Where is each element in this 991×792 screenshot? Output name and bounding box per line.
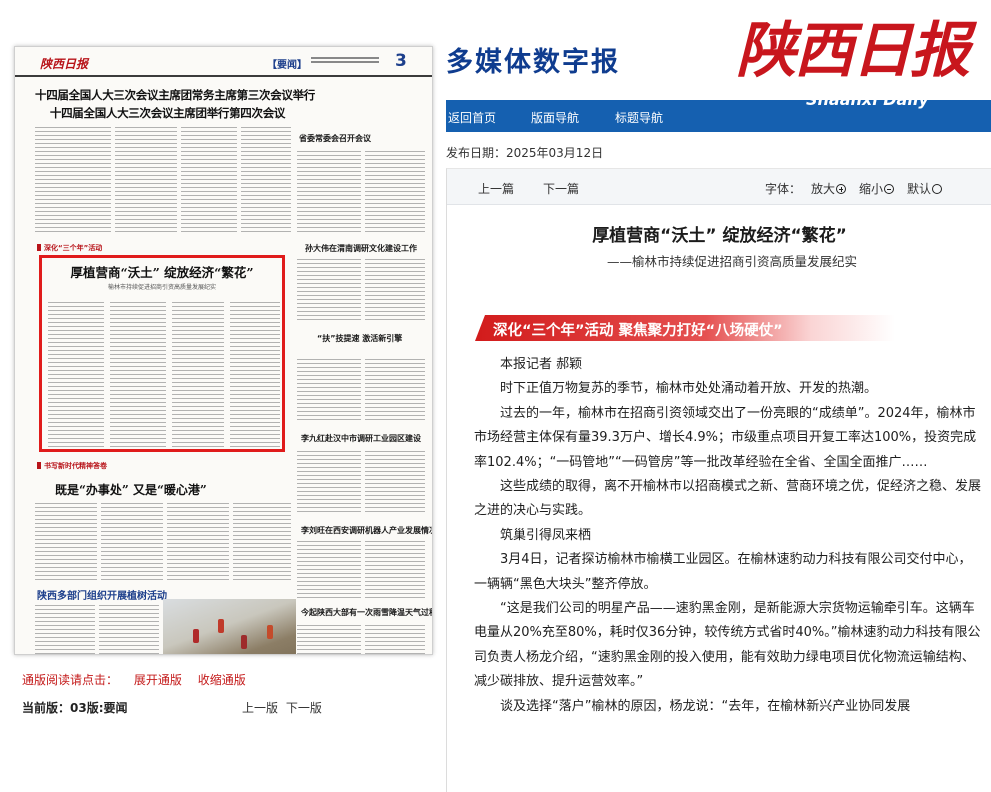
article-panel: 上一篇 下一篇 字体： 放大 缩小 默认 厚植营商“沃土” 绽放经济“繁花” —…: [446, 168, 991, 792]
thumbnail-text-block: [101, 503, 163, 581]
font-smaller-label: 缩小: [859, 182, 884, 196]
thumbnail-text-block: [365, 359, 425, 421]
font-smaller-button[interactable]: 缩小: [859, 180, 895, 197]
top-navigation-bar: 返回首页 版面导航 标题导航 Shaanxi Daily: [446, 90, 991, 132]
thumbnail-text-block: [365, 451, 425, 515]
thumbnail-text-block: [172, 302, 224, 448]
nav-title-nav-link[interactable]: 标题导航: [615, 109, 663, 126]
thumbnail-right-headline[interactable]: 李九红赴汉中市调研工业园区建设: [301, 433, 421, 444]
article-body: 本报记者 郝颖 时下正值万物复苏的季节，榆林市处处涌动着开放、开发的热潮。 过去…: [474, 353, 982, 719]
zoom-in-icon: [836, 184, 847, 194]
article-toolbar: 上一篇 下一篇 字体： 放大 缩小 默认: [447, 169, 991, 205]
article-subtitle: ——榆林市持续促进招商引资高质量发展纪实: [607, 254, 858, 269]
prev-article-link[interactable]: 上一篇: [478, 180, 514, 197]
thumbnail-text-block: [110, 302, 166, 448]
article-byline: 本报记者 郝颖: [500, 357, 583, 372]
font-size-label: 字体：: [765, 182, 802, 196]
nav-page-nav-link[interactable]: 版面导航: [531, 109, 579, 126]
next-page-link[interactable]: 下一版: [286, 701, 322, 715]
thumbnail-right-headline[interactable]: 今起陕西大部有一次雨雪降温天气过程: [301, 607, 432, 618]
site-banner: 多媒体数字报 陕西日报: [446, 0, 991, 100]
thumbnail-text-block: [365, 151, 425, 233]
current-page-label: 当前版：03版:要闻: [22, 701, 128, 715]
thumbnail-text-block: [115, 127, 177, 235]
thumbnail-text-block: [365, 625, 425, 654]
thumbnail-text-block: [181, 127, 237, 235]
collapse-page-link[interactable]: 收缩通版: [198, 673, 246, 687]
thumbnail-text-block: [297, 451, 361, 515]
font-bigger-button[interactable]: 放大: [811, 180, 847, 197]
thumbnail-text-block: [35, 503, 97, 581]
thumbnail-box-subtitle: 榆林市持续促进招商引资高质量发展纪实: [107, 284, 216, 291]
article-paragraph: 时下正值万物复苏的季节，榆林市处处涌动着开放、开发的热潮。: [500, 381, 878, 397]
article-paragraph: 谈及选择“落户”榆林的原因，杨龙说：“去年，在榆林新兴产业协同发展: [500, 698, 911, 714]
article-column: 多媒体数字报 陕西日报 返回首页 版面导航 标题导航 Shaanxi Daily…: [446, 0, 991, 792]
thumbnail-article3-headline[interactable]: 陕西多部门组织开展植树活动: [37, 587, 167, 602]
section-heading: 深化“三个年”活动 聚焦聚力打好“八场硬仗”: [493, 323, 783, 339]
thumbnail-tree-planting-photo: [163, 599, 296, 654]
section-heading-banner: 深化“三个年”活动 聚焦聚力打好“八场硬仗”: [475, 315, 895, 341]
thumbnail-box-title: 厚植营商“沃土” 绽放经济“繁花”: [70, 265, 254, 280]
publish-date: 发布日期：2025年03月12日: [446, 146, 604, 160]
article-paragraph: 过去的一年，榆林市在招商引资领域交出了一份亮眼的“成绩单”。2024年，榆林市市…: [474, 405, 977, 470]
page-thumbnail-column: 陕西日报 【要闻】 3 十四届全国人大三次会议主席团常务主席第三次会议举行 十四…: [0, 0, 446, 792]
thumbnail-text-block: [35, 127, 111, 235]
article-subheading: 筑巢引得凤来栖: [500, 527, 592, 543]
thumbnail-logo: 陕西日报: [40, 57, 89, 71]
thumbnail-text-block: [297, 359, 361, 421]
article-paragraph: “这是我们公司的明星产品——速豹黑金刚，是新能源大宗货物运输牵引车。这辆车电量从…: [474, 601, 981, 690]
thumbnail-text-block: [233, 503, 291, 581]
article-title: 厚植营商“沃土” 绽放经济“繁花”: [592, 226, 847, 246]
thumbnail-headline-2[interactable]: 十四届全国人大三次会议主席团举行第四次会议: [35, 105, 300, 121]
font-bigger-label: 放大: [811, 182, 836, 196]
thumbnail-text-block: [35, 605, 95, 654]
thumbnail-text-block: [230, 302, 280, 448]
thumbnail-red-label: 深化“三个年”活动: [37, 243, 102, 253]
article-paragraph: 这些成绩的取得，离不开榆林市以招商模式之新、营商环境之优，促经济之稳、发展之进的…: [474, 479, 982, 519]
next-article-link[interactable]: 下一篇: [543, 180, 579, 197]
thumbnail-page-number: 3: [395, 51, 407, 71]
thumbnail-text-block: [241, 127, 291, 235]
default-circle-icon: [932, 184, 943, 194]
thumbnail-text-block: [297, 259, 361, 323]
thumbnail-text-block: [297, 625, 361, 654]
thumbnail-right-headline[interactable]: 省委常委会召开会议: [299, 133, 371, 144]
font-default-button[interactable]: 默认: [907, 180, 943, 197]
thumbnail-right-headline[interactable]: “扶”技提速 激活新引擎: [317, 333, 402, 344]
zoom-out-icon: [884, 184, 895, 194]
banner-english-name: Shaanxi Daily: [806, 90, 929, 109]
thumbnail-date-lines: [311, 57, 379, 64]
thumbnail-red-label: 书写新时代精神答卷: [37, 461, 107, 471]
page-pager: 上一版 下一版: [242, 699, 326, 716]
thumbnail-right-headline[interactable]: 李刘旺在西安调研机器人产业发展情况: [301, 525, 432, 536]
shaanxi-daily-logo: 陕西日报: [736, 16, 970, 86]
thumbnail-text-block: [48, 302, 104, 448]
thumbnail-selected-article-box[interactable]: 厚植营商“沃土” 绽放经济“繁花” 榆林市持续促进招商引资高质量发展纪实: [39, 255, 285, 452]
thumbnail-text-block: [297, 541, 361, 599]
thumbnail-text-block: [99, 605, 159, 654]
font-default-label: 默认: [907, 182, 932, 196]
expand-page-link[interactable]: 展开通版: [134, 673, 182, 687]
newspaper-page-thumbnail[interactable]: 陕西日报 【要闻】 3 十四届全国人大三次会议主席团常务主席第三次会议举行 十四…: [14, 46, 433, 655]
thumbnail-section: 【要闻】: [267, 60, 307, 71]
thumbnail-text-block: [365, 541, 425, 599]
thumbnail-headline-1[interactable]: 十四届全国人大三次会议主席团常务主席第三次会议举行: [35, 87, 315, 103]
thumbnail-right-headline[interactable]: 孙大伟在渭南调研文化建设工作: [305, 243, 417, 254]
thumbnail-text-block: [365, 259, 425, 323]
thumbnail-article2-headline[interactable]: 既是“办事处” 又是“暖心港”: [55, 481, 207, 498]
thumbnail-text-block: [167, 503, 229, 581]
thumbnail-text-block: [297, 151, 361, 233]
nav-home-link[interactable]: 返回首页: [448, 109, 496, 126]
article-paragraph: 3月4日，记者探访榆林市榆横工业园区。在榆林速豹动力科技有限公司交付中心，一辆辆…: [474, 552, 972, 592]
banner-title: 多媒体数字报: [446, 47, 620, 78]
prev-page-link[interactable]: 上一版: [242, 701, 278, 715]
page-toggle-links: 通版阅读请点击： 展开通版 收缩通版: [22, 671, 258, 688]
thumbnail-masthead: 陕西日报 【要闻】 3: [15, 47, 432, 77]
page-toggle-label: 通版阅读请点击：: [22, 673, 119, 687]
